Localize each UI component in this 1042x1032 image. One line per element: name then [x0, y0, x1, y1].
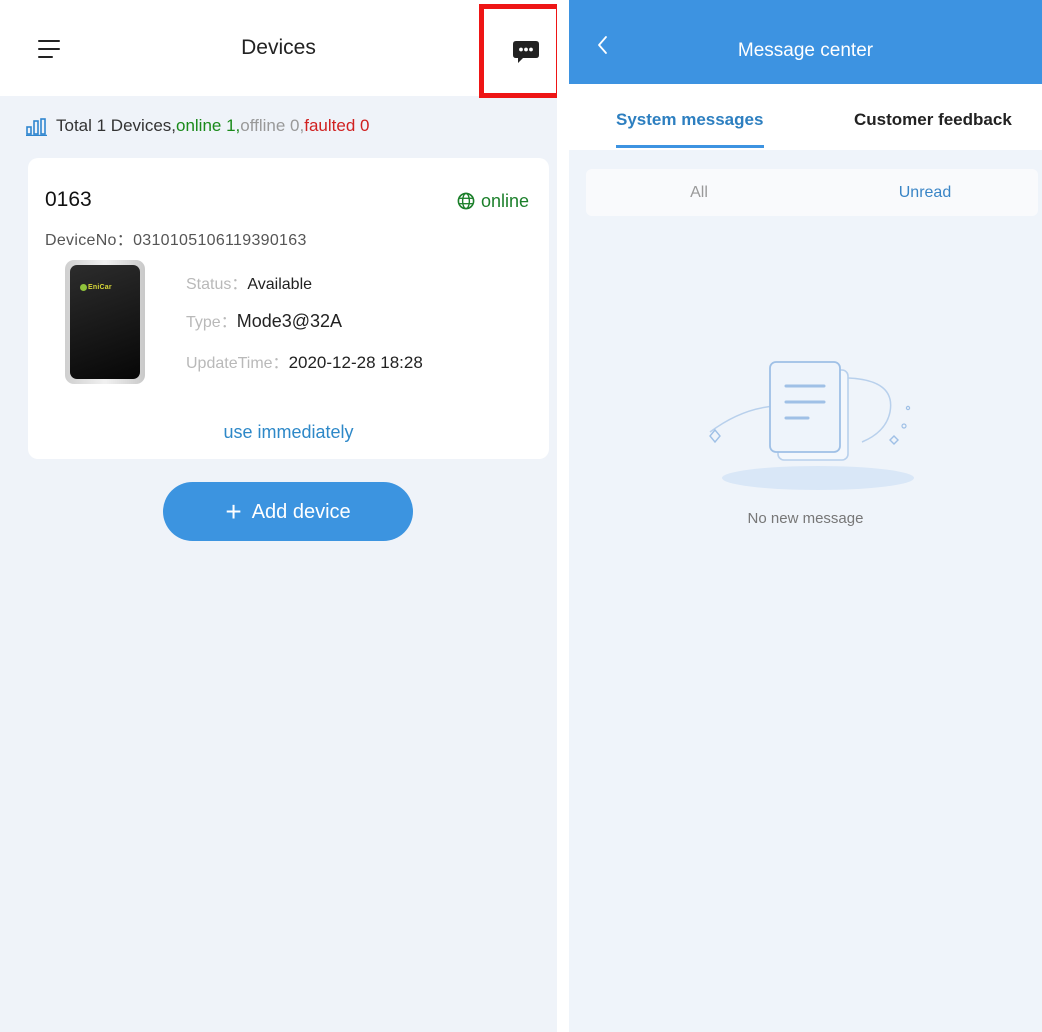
device-summary: Total 1 Devices,online 1,offline 0,fault…: [26, 116, 369, 136]
plus-icon: +: [225, 496, 242, 527]
device-no-label: DeviceNo：: [45, 232, 134, 249]
use-immediately-link[interactable]: use immediately: [28, 422, 549, 443]
add-device-label: Add device: [251, 501, 351, 523]
filter-unread[interactable]: Unread: [812, 184, 1038, 202]
message-filter: All Unread: [586, 169, 1038, 216]
summary-total: Total 1 Devices,: [56, 116, 176, 135]
message-center-title: Message center: [737, 40, 874, 61]
message-center-button[interactable]: [479, 4, 557, 98]
charger-logo-mark: [80, 284, 87, 291]
active-tab-indicator: [616, 145, 764, 148]
device-number: DeviceNo：0310105106119390163: [45, 226, 307, 250]
panel-divider: [557, 0, 569, 1032]
tab-system-messages[interactable]: System messages: [616, 110, 763, 130]
status-value: Available: [247, 276, 313, 293]
devices-header: Devices: [0, 0, 557, 98]
message-center-header: Message center: [569, 0, 1042, 84]
bar-chart-icon: [26, 117, 47, 136]
status-label: Status：: [186, 276, 248, 293]
empty-state-text: No new message: [747, 510, 864, 527]
message-center-screen: Message center System messages Customer …: [569, 0, 1042, 1032]
chat-bubble-icon: [513, 41, 539, 63]
message-tabs: System messages Customer feedback: [569, 84, 1042, 150]
empty-document-illustration: [709, 361, 914, 490]
device-online-status: online: [457, 191, 529, 212]
update-time-value: 2020-12-28 18:28: [288, 353, 423, 372]
type-label: Type：: [186, 314, 237, 331]
summary-online: online 1,: [176, 116, 241, 135]
charger-face: EniCar: [70, 265, 140, 379]
info-status: Status：Available: [186, 270, 312, 294]
tab-customer-feedback[interactable]: Customer feedback: [854, 110, 1012, 130]
device-name: 0163: [45, 188, 92, 211]
device-status-label: online: [480, 191, 529, 211]
summary-offline: offline 0,: [240, 116, 305, 135]
update-time-label: UpdateTime：: [186, 355, 289, 372]
devices-screen: Devices Total 1 Devices,online 1,offline…: [0, 0, 557, 1032]
info-update-time: UpdateTime：2020-12-28 18:28: [186, 349, 423, 373]
filter-all[interactable]: All: [586, 184, 812, 202]
add-device-button[interactable]: + Add device: [163, 482, 413, 541]
info-type: Type：Mode3@32A: [186, 308, 342, 332]
type-value: Mode3@32A: [236, 311, 343, 331]
device-no-value: 0310105106119390163: [133, 232, 307, 249]
charger-logo-text: EniCar: [88, 284, 112, 291]
page-title: Devices: [241, 36, 316, 59]
summary-faulted: faulted 0: [304, 116, 370, 135]
charger-image: EniCar: [65, 260, 145, 384]
device-card[interactable]: 0163 online DeviceNo：0310105106119390163…: [28, 158, 549, 459]
globe-icon: [457, 192, 475, 210]
